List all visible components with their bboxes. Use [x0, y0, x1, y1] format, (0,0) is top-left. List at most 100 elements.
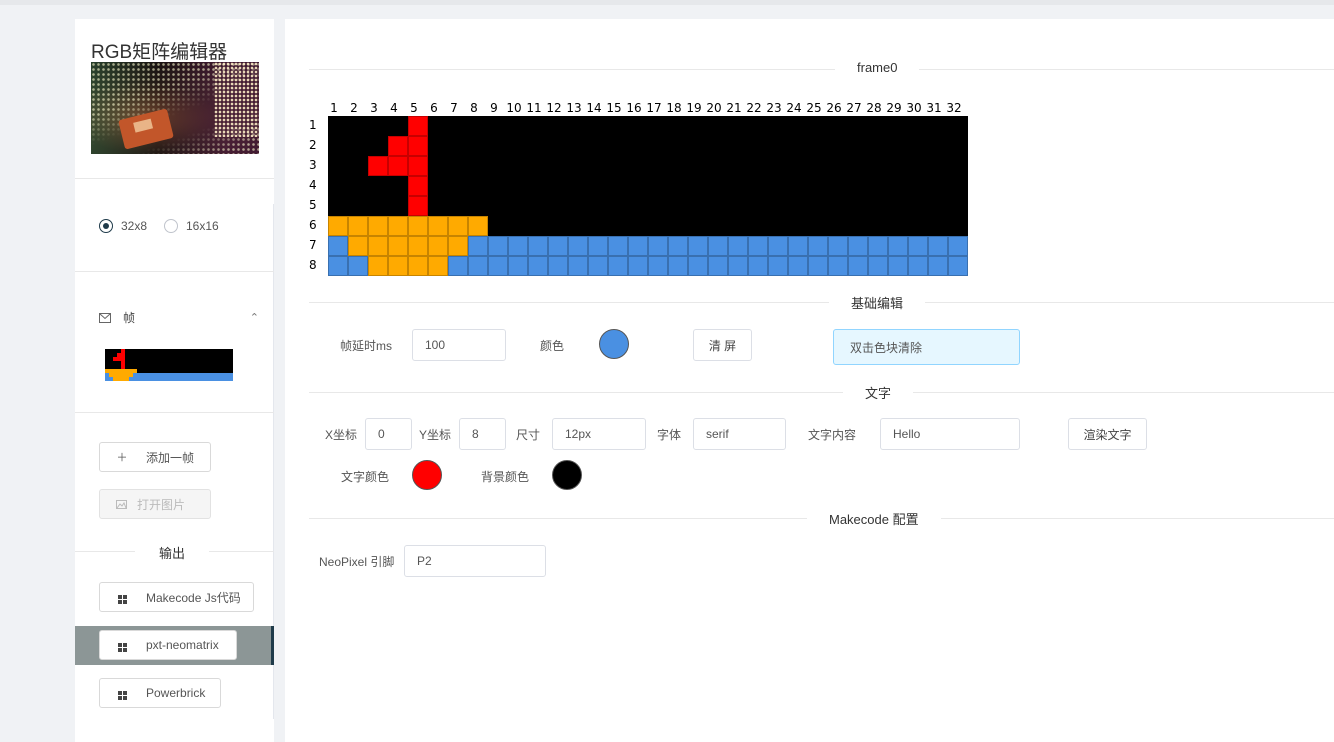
led-cell[interactable] [788, 116, 808, 136]
led-cell[interactable] [588, 136, 608, 156]
led-cell[interactable] [468, 256, 488, 276]
led-cell[interactable] [808, 176, 828, 196]
led-cell[interactable] [468, 196, 488, 216]
size-input[interactable]: 12px [552, 418, 646, 450]
led-cell[interactable] [688, 116, 708, 136]
led-cell[interactable] [328, 136, 348, 156]
led-cell[interactable] [328, 256, 348, 276]
led-cell[interactable] [368, 216, 388, 236]
led-cell[interactable] [508, 156, 528, 176]
led-cell[interactable] [428, 216, 448, 236]
led-cell[interactable] [788, 196, 808, 216]
led-cell[interactable] [508, 196, 528, 216]
led-cell[interactable] [708, 156, 728, 176]
led-cell[interactable] [628, 236, 648, 256]
led-cell[interactable] [848, 116, 868, 136]
color-picker-swatch[interactable] [599, 329, 629, 359]
led-cell[interactable] [608, 136, 628, 156]
add-frame-button[interactable]: ＋ 添加一帧 [99, 442, 211, 472]
led-cell[interactable] [448, 136, 468, 156]
led-cell[interactable] [728, 116, 748, 136]
led-cell[interactable] [888, 256, 908, 276]
led-cell[interactable] [948, 156, 968, 176]
led-cell[interactable] [568, 236, 588, 256]
led-cell[interactable] [528, 256, 548, 276]
led-cell[interactable] [888, 216, 908, 236]
led-cell[interactable] [708, 196, 728, 216]
led-cell[interactable] [948, 176, 968, 196]
led-cell[interactable] [748, 156, 768, 176]
led-cell[interactable] [828, 216, 848, 236]
led-cell[interactable] [808, 196, 828, 216]
led-cell[interactable] [568, 216, 588, 236]
led-cell[interactable] [888, 156, 908, 176]
led-cell[interactable] [608, 156, 628, 176]
neopixel-pin-input[interactable]: P2 [404, 545, 546, 577]
led-cell[interactable] [548, 196, 568, 216]
led-cell[interactable] [708, 136, 728, 156]
led-cell[interactable] [528, 196, 548, 216]
led-cell[interactable] [748, 116, 768, 136]
led-cell[interactable] [488, 156, 508, 176]
led-cell[interactable] [628, 136, 648, 156]
open-image-button[interactable]: 打开图片 [99, 489, 211, 519]
led-cell[interactable] [528, 216, 548, 236]
led-cell[interactable] [588, 236, 608, 256]
chevron-up-icon[interactable]: ⌃ [250, 311, 259, 324]
led-cell[interactable] [408, 256, 428, 276]
led-cell[interactable] [928, 256, 948, 276]
led-cell[interactable] [388, 256, 408, 276]
led-cell[interactable] [468, 116, 488, 136]
led-cell[interactable] [848, 136, 868, 156]
led-cell[interactable] [768, 196, 788, 216]
led-cell[interactable] [628, 156, 648, 176]
led-cell[interactable] [788, 256, 808, 276]
led-cell[interactable] [648, 176, 668, 196]
led-cell[interactable] [348, 156, 368, 176]
led-cell[interactable] [648, 216, 668, 236]
led-cell[interactable] [588, 216, 608, 236]
led-cell[interactable] [588, 176, 608, 196]
led-cell[interactable] [388, 156, 408, 176]
led-cell[interactable] [428, 156, 448, 176]
led-cell[interactable] [728, 136, 748, 156]
led-cell[interactable] [788, 236, 808, 256]
led-cell[interactable] [508, 216, 528, 236]
led-cell[interactable] [928, 236, 948, 256]
bg-color-swatch[interactable] [552, 460, 582, 490]
led-cell[interactable] [768, 256, 788, 276]
led-cell[interactable] [388, 176, 408, 196]
led-cell[interactable] [368, 116, 388, 136]
led-cell[interactable] [908, 256, 928, 276]
output-pxt-neomatrix-button[interactable]: pxt-neomatrix [99, 630, 237, 660]
led-cell[interactable] [728, 176, 748, 196]
led-cell[interactable] [748, 176, 768, 196]
led-cell[interactable] [768, 236, 788, 256]
led-cell[interactable] [868, 116, 888, 136]
led-cell[interactable] [348, 116, 368, 136]
led-cell[interactable] [328, 236, 348, 256]
y-coord-input[interactable]: 8 [459, 418, 506, 450]
led-cell[interactable] [768, 176, 788, 196]
led-cell[interactable] [468, 136, 488, 156]
led-cell[interactable] [628, 216, 648, 236]
led-cell[interactable] [668, 136, 688, 156]
led-cell[interactable] [648, 256, 668, 276]
led-cell[interactable] [448, 196, 468, 216]
led-cell[interactable] [408, 236, 428, 256]
led-cell[interactable] [648, 236, 668, 256]
led-cell[interactable] [888, 236, 908, 256]
led-cell[interactable] [368, 236, 388, 256]
led-cell[interactable] [368, 196, 388, 216]
led-cell[interactable] [908, 196, 928, 216]
led-cell[interactable] [708, 236, 728, 256]
led-cell[interactable] [488, 256, 508, 276]
led-cell[interactable] [608, 256, 628, 276]
led-cell[interactable] [748, 136, 768, 156]
led-cell[interactable] [488, 236, 508, 256]
led-cell[interactable] [868, 156, 888, 176]
led-cell[interactable] [928, 116, 948, 136]
led-cell[interactable] [828, 176, 848, 196]
delay-input[interactable]: 100 [412, 329, 506, 361]
led-cell[interactable] [888, 176, 908, 196]
